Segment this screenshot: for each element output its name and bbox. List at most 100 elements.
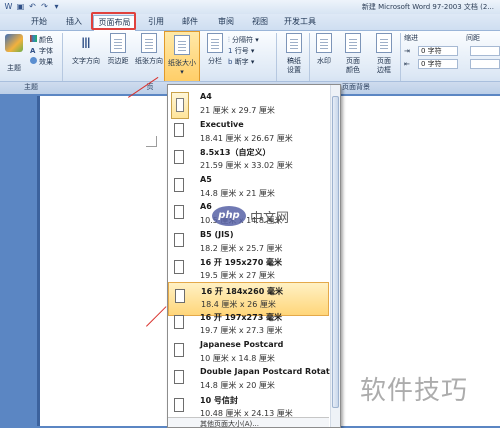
- paper-size-dropdown: A4 21 厘米 x 29.7 厘米 Executive 18.41 厘米 x 26.…: [167, 84, 341, 428]
- text-direction-button[interactable]: Ⅲ 文字方向: [70, 33, 102, 66]
- theme-effects-icon: [30, 57, 37, 64]
- paper-size-dimensions: 14.8 厘米 x 21 厘米: [200, 188, 275, 198]
- orientation-button[interactable]: 纸张方向: [134, 33, 164, 66]
- text-direction-icon: Ⅲ: [81, 36, 91, 52]
- php-logo: php: [212, 206, 246, 226]
- more-paper-sizes[interactable]: 其他页面大小(A)...: [168, 417, 329, 428]
- group-label-themes: 主题: [24, 83, 38, 91]
- page-color-button[interactable]: 页面颜色: [338, 33, 368, 75]
- line-numbers-button[interactable]: 1 行号 ▾: [228, 46, 254, 56]
- theme-colors-label: 颜色: [39, 36, 53, 44]
- tab-developer[interactable]: 开发工具: [280, 15, 320, 29]
- watermark-button[interactable]: 水印: [312, 33, 336, 66]
- line-numbers-icon: 1: [228, 47, 233, 55]
- save-icon[interactable]: ▣: [16, 2, 25, 11]
- spacing-after-input[interactable]: [470, 59, 500, 69]
- paper-size-name: A5: [200, 174, 212, 184]
- tab-insert[interactable]: 插入: [60, 15, 88, 29]
- watermark-label: 水印: [317, 57, 331, 65]
- text-direction-label: 文字方向: [72, 57, 100, 65]
- breaks-icon: ⫶: [228, 36, 230, 44]
- paper-page-icon: [175, 288, 185, 303]
- paper-size-dimensions: 10 厘米 x 14.8 厘米: [200, 353, 275, 363]
- theme-fonts-icon: A: [30, 47, 36, 55]
- margin-corner-mark: [146, 136, 157, 147]
- breaks-button[interactable]: ⫶ 分隔符 ▾: [228, 35, 259, 45]
- redo-icon[interactable]: ↷: [40, 2, 49, 11]
- paper-size-dimensions: 14.8 厘米 x 20 厘米: [200, 381, 275, 390]
- paper-size-name: 16 开 197x273 毫米: [200, 313, 283, 322]
- theme-fonts-button[interactable]: A 字体: [30, 46, 53, 56]
- title-bar: W ▣ ↶ ↷ ▾ 新建 Microsoft Word 97-2003 文档 (…: [0, 0, 500, 15]
- margins-label: 页边距: [107, 57, 129, 65]
- orientation-label: 纸张方向: [135, 57, 163, 65]
- columns-icon: [207, 33, 223, 53]
- theme-colors-button[interactable]: 颜色: [30, 35, 53, 45]
- paper-page-icon: [174, 122, 184, 137]
- paper-size-dimensions: 19.5 厘米 x 27 厘米: [200, 271, 275, 280]
- paper-page-icon: [174, 177, 184, 192]
- undo-icon[interactable]: ↶: [28, 2, 37, 11]
- word-logo-icon[interactable]: W: [4, 2, 13, 11]
- indent-left-icon: ⇥: [404, 47, 410, 55]
- size-label: 纸张大小: [168, 59, 196, 67]
- paper-size-name: Double Japan Postcard Rotated: [200, 367, 341, 376]
- more-paper-sizes-label: 其他页面大小(A)...: [200, 420, 259, 428]
- quick-access-dropdown-icon[interactable]: ▾: [52, 2, 61, 11]
- theme-colors-icon: [30, 35, 37, 42]
- size-dropdown-arrow-icon: ▾: [180, 68, 184, 76]
- dropdown-scroll-thumb[interactable]: [332, 96, 339, 408]
- paper-page-icon: [171, 92, 189, 119]
- theme-effects-button[interactable]: 效果: [30, 57, 53, 67]
- paper-size-name: 8.5x13（自定义）: [200, 148, 271, 157]
- themes-icon: [5, 34, 23, 52]
- paper-size-dimensions: 18.41 厘米 x 26.67 厘米: [200, 133, 293, 143]
- themes-button[interactable]: 主题: [2, 34, 26, 73]
- margins-icon: [110, 33, 126, 53]
- spacing-label: 间距: [466, 34, 480, 42]
- watermark-icon: [316, 33, 332, 53]
- window-title: 新建 Microsoft Word 97-2003 文档 (2...: [361, 3, 494, 11]
- page-borders-icon: [376, 33, 392, 53]
- tab-highlight-box: [91, 12, 136, 30]
- hyphenation-button[interactable]: b 断字 ▾: [228, 57, 254, 67]
- paper-page-icon: [174, 260, 184, 274]
- breaks-label: 分隔符: [231, 36, 253, 44]
- paper-size-name: A4: [200, 92, 212, 101]
- paper-size-dimensions: 21.59 厘米 x 33.02 厘米: [200, 161, 293, 170]
- tab-review[interactable]: 审阅: [212, 15, 240, 29]
- paper-size-dimensions: 19.7 厘米 x 27.3 厘米: [200, 326, 283, 335]
- orientation-icon: [141, 33, 157, 53]
- paper-page-icon: [174, 370, 184, 384]
- page-borders-label: 页面边框: [377, 57, 391, 74]
- ribbon-tab-row: 开始 插入 页面布局 引用 邮件 审阅 视图 开发工具: [0, 14, 500, 31]
- paper-size-dimensions: 18.2 厘米 x 25.7 厘米: [200, 243, 283, 253]
- tab-view[interactable]: 视图: [246, 15, 274, 29]
- paper-size-name: 16 开 184x260 毫米: [201, 286, 284, 296]
- page-color-icon: [345, 33, 361, 53]
- paper-page-icon: [174, 315, 184, 329]
- php-watermark-text: 中文网: [250, 211, 290, 226]
- line-numbers-label: 行号: [234, 47, 249, 55]
- spacing-before-input[interactable]: [470, 46, 500, 56]
- draft-paper-button[interactable]: 稿纸设置: [281, 33, 307, 75]
- draft-paper-icon: [286, 33, 302, 53]
- page-borders-button[interactable]: 页面边框: [370, 33, 398, 75]
- tab-mailings[interactable]: 邮件: [176, 15, 204, 29]
- hyphenation-icon: b: [228, 58, 233, 66]
- paper-page-icon: [174, 397, 184, 412]
- paper-size-name: B5 (JIS): [200, 229, 234, 239]
- paper-page-icon: [174, 342, 184, 357]
- tab-references[interactable]: 引用: [142, 15, 170, 29]
- indent-right-input[interactable]: 0 字符: [418, 59, 458, 69]
- paper-size-name: 10 号信封: [200, 395, 238, 405]
- indent-left-input[interactable]: 0 字符: [418, 46, 458, 56]
- indent-label: 缩进: [404, 34, 418, 42]
- tab-home[interactable]: 开始: [24, 15, 54, 29]
- columns-button[interactable]: 分栏: [203, 33, 227, 66]
- paper-size-dimensions: 18.4 厘米 x 26 厘米: [201, 299, 276, 309]
- paper-size-name: 16 开 195x270 毫米: [200, 258, 283, 267]
- margins-button[interactable]: 页边距: [104, 33, 132, 66]
- paper-size-icon: [174, 35, 190, 55]
- themes-label: 主题: [7, 64, 21, 72]
